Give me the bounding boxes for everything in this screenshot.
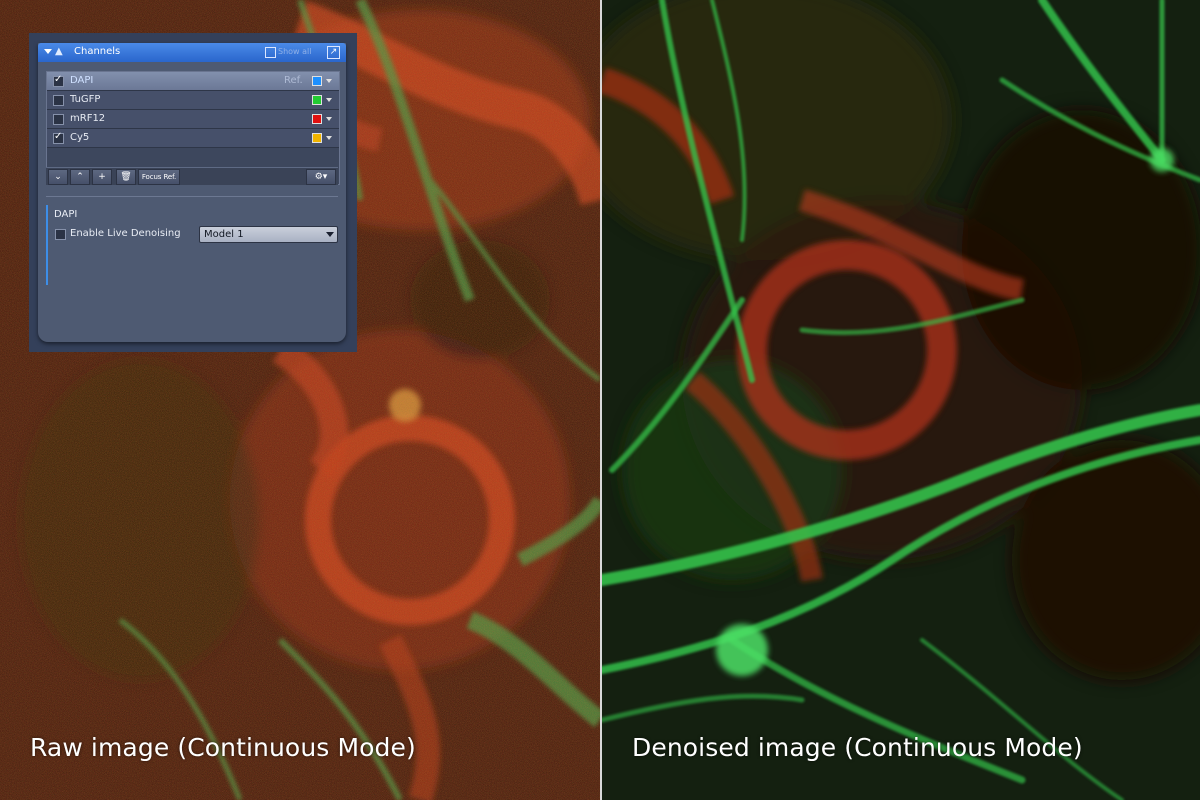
enable-live-denoising-checkbox[interactable]: [55, 229, 66, 240]
denoised-microscopy-image: [602, 0, 1200, 800]
warning-triangle-icon: ▲: [55, 46, 63, 57]
section-accent-line: [46, 205, 48, 285]
plus-icon: +: [98, 172, 106, 182]
channels-title-bar[interactable]: ▲ Channels Show all ↗: [38, 43, 346, 62]
channel-color-swatch[interactable]: [312, 114, 322, 124]
collapse-arrow-icon[interactable]: [44, 49, 52, 54]
delete-channel-button[interactable]: 🗑: [116, 169, 136, 185]
focus-ref-button[interactable]: Focus Ref.: [138, 169, 180, 185]
raw-image-caption: Raw image (Continuous Mode): [30, 733, 416, 762]
channel-mrf12-checkbox[interactable]: [53, 114, 64, 125]
channel-name: mRF12: [70, 113, 106, 124]
channel-row-dapi[interactable]: DAPI Ref.: [47, 72, 339, 91]
enable-live-denoising-label: Enable Live Denoising: [70, 228, 181, 239]
channel-color-swatch[interactable]: [312, 76, 322, 86]
dropdown-arrow-icon[interactable]: [326, 98, 332, 102]
trash-icon: 🗑: [120, 172, 132, 182]
chevron-down-icon: ⌄: [54, 172, 62, 182]
settings-button[interactable]: ⚙▾: [306, 169, 336, 185]
channel-color-swatch[interactable]: [312, 95, 322, 105]
selected-channel-title: DAPI: [54, 209, 78, 220]
channel-dapi-checkbox[interactable]: [53, 74, 64, 87]
denoising-model-select[interactable]: Model 1: [199, 226, 338, 243]
channel-toolbar: ⌄ ⌃ + 🗑 Focus Ref. ⚙▾: [46, 167, 338, 185]
channel-name: DAPI: [70, 75, 94, 86]
panel-separator: [46, 196, 338, 197]
show-all-checkbox[interactable]: [265, 47, 276, 58]
channel-tugfp-checkbox[interactable]: [53, 95, 64, 106]
move-down-button[interactable]: ⌄: [48, 169, 68, 185]
dropdown-arrow-icon[interactable]: [326, 117, 332, 121]
show-all-label: Show all: [278, 47, 312, 56]
reference-label: Ref.: [284, 75, 303, 86]
channel-row-mrf12[interactable]: mRF12: [47, 110, 339, 129]
channel-row-tugfp[interactable]: TuGFP: [47, 91, 339, 110]
channels-title: Channels: [74, 46, 121, 57]
popout-window-icon[interactable]: ↗: [327, 46, 340, 59]
gear-icon: ⚙▾: [314, 172, 328, 182]
channels-panel: ▲ Channels Show all ↗ DAPI Ref. TuGFP: [38, 43, 346, 342]
channel-row-cy5[interactable]: Cy5: [47, 129, 339, 148]
denoised-image-caption: Denoised image (Continuous Mode): [632, 733, 1083, 762]
chevron-down-icon: [326, 232, 334, 237]
add-channel-button[interactable]: +: [92, 169, 112, 185]
move-up-button[interactable]: ⌃: [70, 169, 90, 185]
chevron-up-icon: ⌃: [76, 172, 84, 182]
channel-cy5-checkbox[interactable]: [53, 131, 64, 144]
channel-name: Cy5: [70, 132, 90, 143]
dropdown-arrow-icon[interactable]: [326, 136, 332, 140]
dropdown-arrow-icon[interactable]: [326, 79, 332, 83]
channels-panel-frame: ▲ Channels Show all ↗ DAPI Ref. TuGFP: [29, 33, 357, 352]
model-select-value: Model 1: [204, 229, 244, 240]
channel-name: TuGFP: [70, 94, 101, 105]
channel-color-swatch[interactable]: [312, 133, 322, 143]
denoised-image-panel: Denoised image (Continuous Mode): [602, 0, 1200, 800]
